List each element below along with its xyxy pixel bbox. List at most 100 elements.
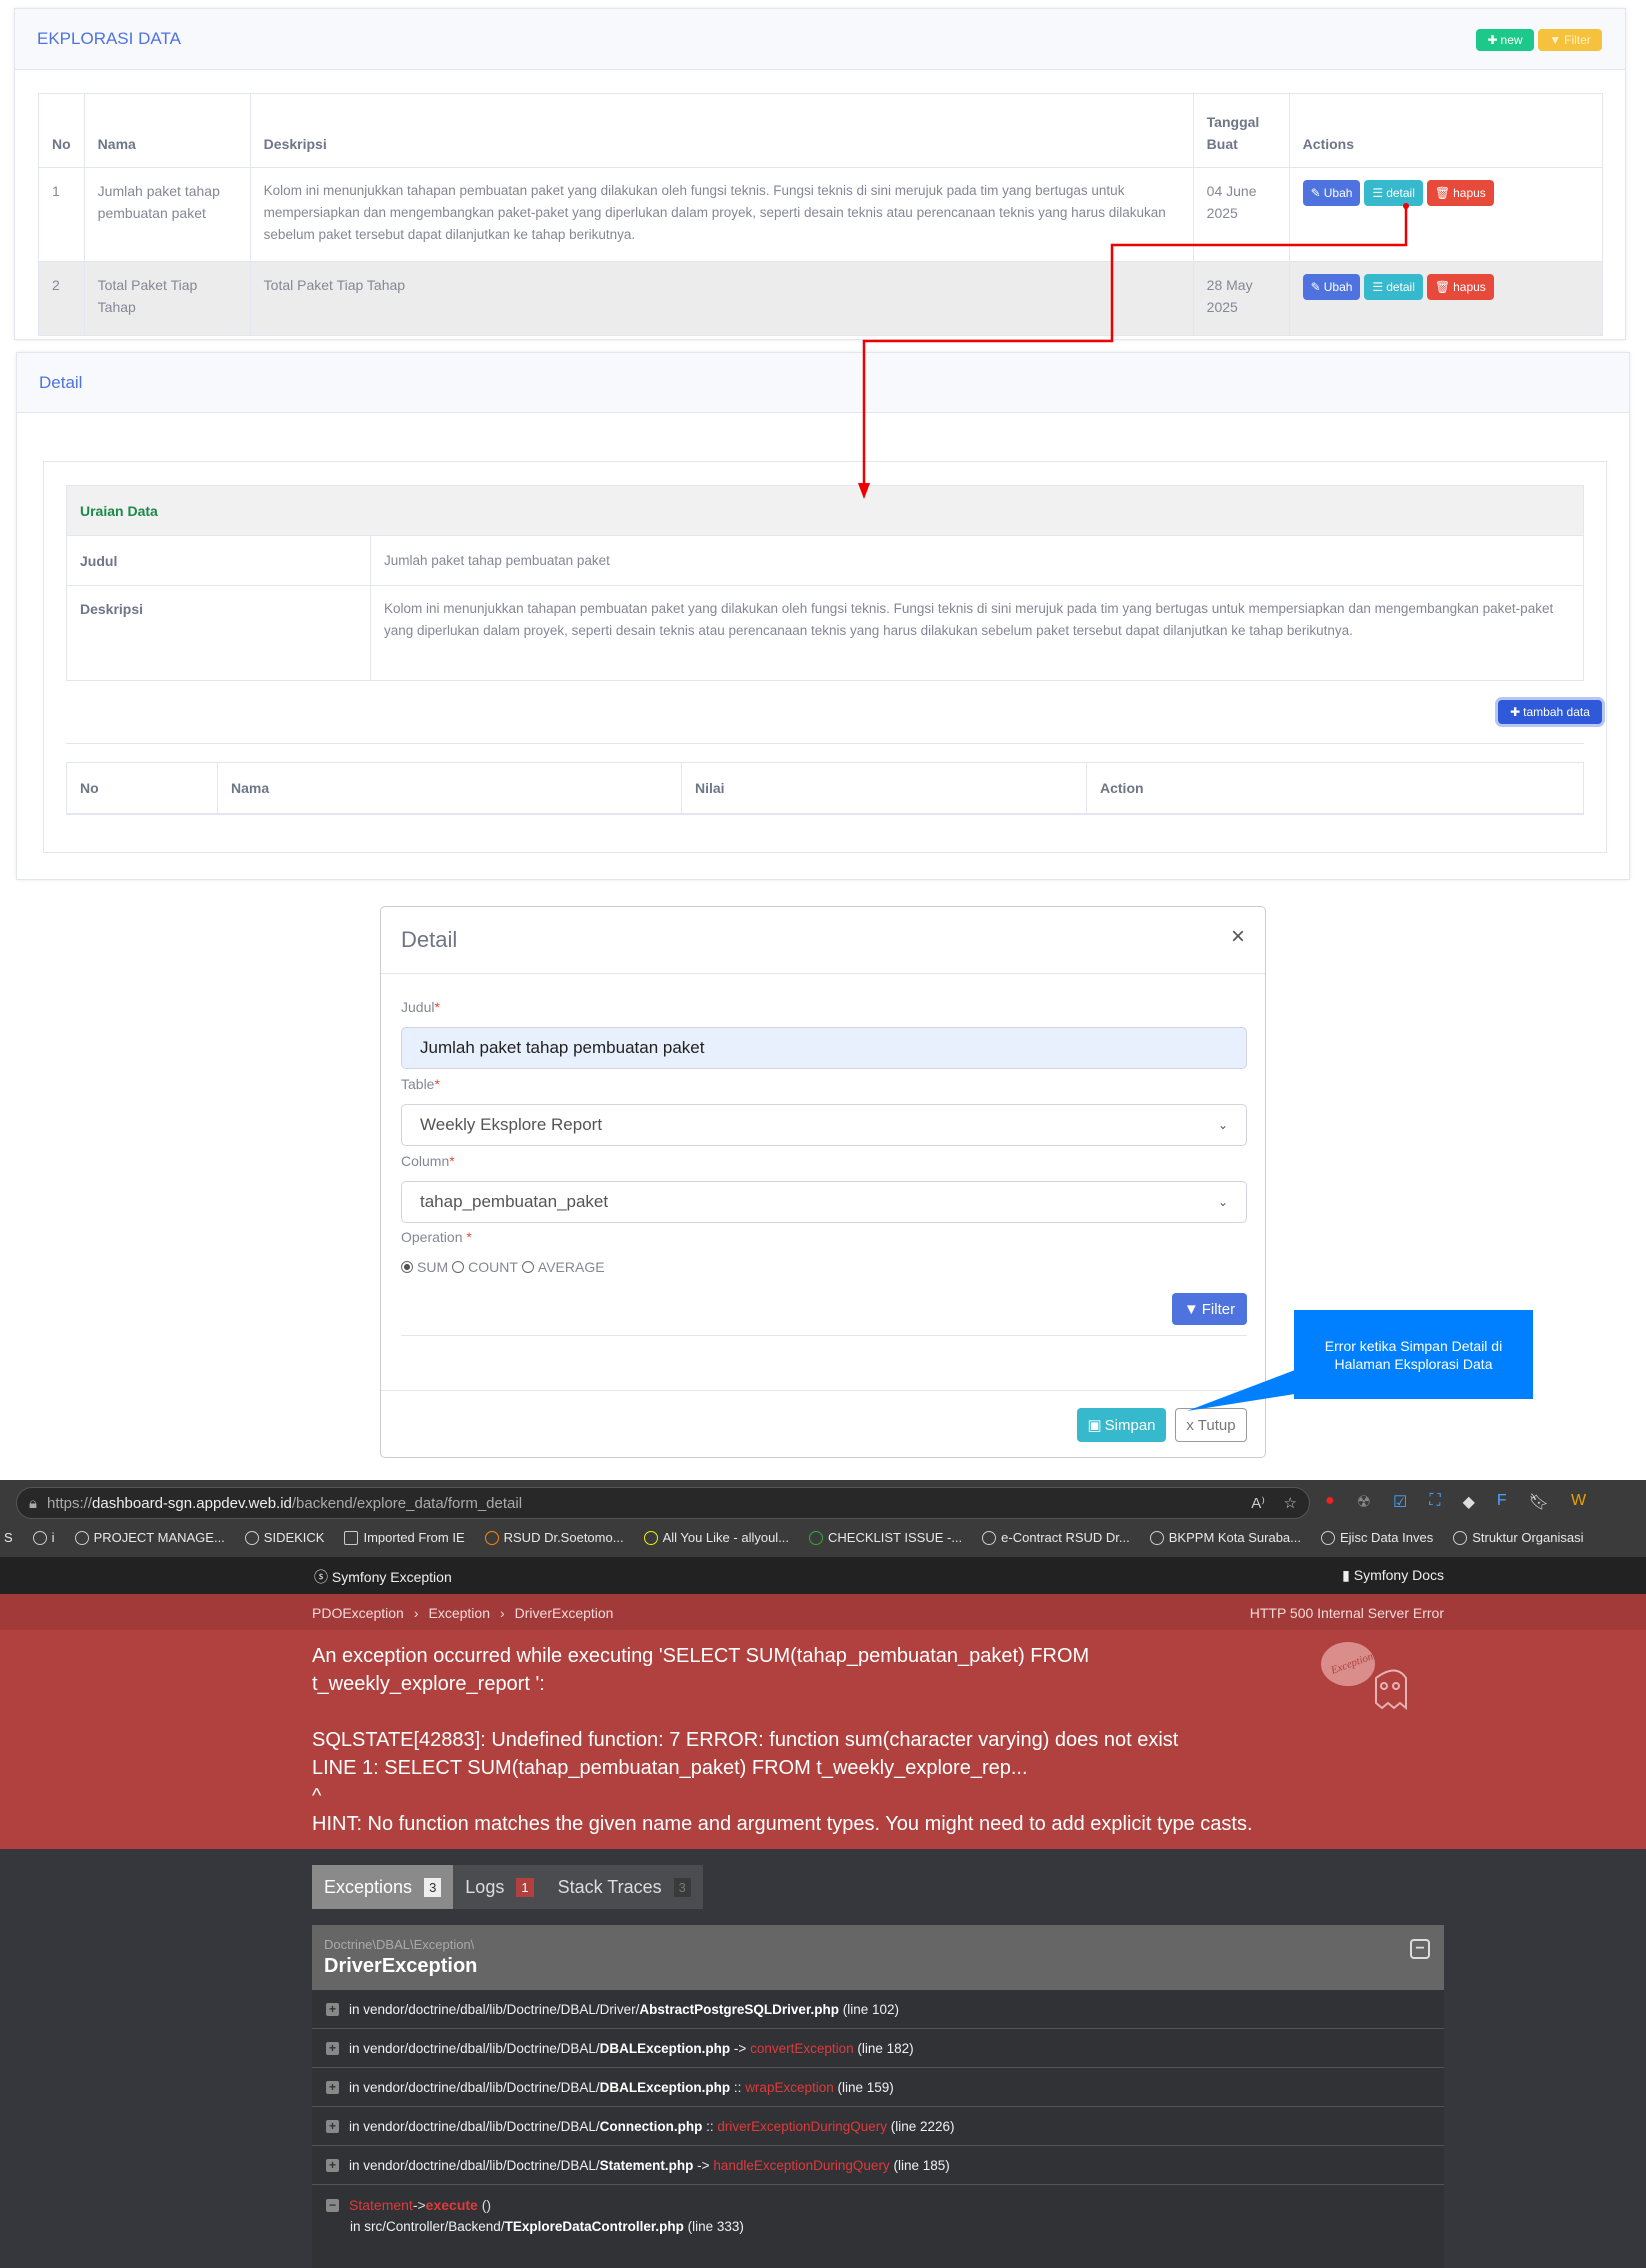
expand-icon[interactable]: + (326, 2119, 339, 2133)
divider (401, 1335, 1247, 1336)
table-select[interactable]: Weekly Eksplore Report ⌄ (401, 1104, 1247, 1146)
filter-button[interactable]: ▼ Filter (1172, 1293, 1247, 1325)
trace-row[interactable]: + in vendor/doctrine/dbal/lib/Doctrine/DB… (312, 2029, 1444, 2068)
detail-values-table: No Nama Nilai Action (66, 762, 1584, 815)
chevron-right-icon: › (499, 1605, 505, 1621)
message-line: An exception occurred while executing 'S… (312, 1645, 1090, 1667)
col-action: Action (1086, 762, 1584, 814)
column-select[interactable]: tahap_pembuatan_paket ⌄ (401, 1181, 1247, 1223)
filter-icon: ▼ (1183, 1300, 1199, 1318)
bookmark[interactable]: Imported From IE (344, 1530, 465, 1545)
message-line: ^ (312, 1785, 322, 1807)
judul-label: Judul (66, 535, 371, 586)
trace-call: − Statement->execute () (326, 2197, 491, 2213)
expand-icon[interactable]: + (326, 2080, 339, 2094)
tab-exceptions[interactable]: Exceptions 3 (312, 1865, 454, 1909)
divider (66, 743, 1584, 744)
extension-icon[interactable]: F (1497, 1492, 1507, 1512)
bookmark[interactable]: All You Like - allyoul... (643, 1530, 789, 1545)
judul-value: Jumlah paket tahap pembuatan paket (370, 535, 1584, 586)
bookmark[interactable]: e-Contract RSUD Dr... (982, 1530, 1130, 1545)
select-value: tahap_pembuatan_paket (420, 1192, 609, 1211)
extension-icon[interactable]: ● (1325, 1492, 1335, 1512)
radio-label: AVERAGE (537, 1259, 605, 1275)
extension-icon[interactable]: ☢ (1357, 1492, 1371, 1512)
exception-header: Doctrine\DBAL\Exception\ DriverException… (312, 1925, 1444, 1990)
trace-row[interactable]: + in vendor/doctrine/dbal/lib/Doctrine/DB… (312, 2146, 1444, 2185)
chevron-right-icon: › (413, 1605, 419, 1621)
detail-modal: Detail × Judul* Jumlah paket tahap pembu… (380, 906, 1266, 1458)
collapse-icon[interactable]: − (326, 2198, 339, 2212)
exception-ghost-icon: Exception! (1321, 1642, 1407, 1711)
radio-sum[interactable] (401, 1261, 413, 1273)
save-icon: ▣ (1087, 1417, 1102, 1434)
extension-icon[interactable]: ☑ (1393, 1492, 1407, 1512)
label-text: Operation (401, 1229, 463, 1245)
label-text: Table (401, 1076, 435, 1092)
message-line: t_weekly_explore_report ': (312, 1673, 545, 1695)
address-bar[interactable]: 🔒︎ https://dashboard-sgn.appdev.web.id/b… (16, 1487, 1310, 1519)
symfony-docs-link[interactable]: ▮ Symfony Docs (1342, 1567, 1444, 1584)
required-mark: * (466, 1229, 472, 1245)
judul-input[interactable]: Jumlah paket tahap pembuatan paket (401, 1027, 1247, 1069)
close-icon[interactable]: × (1231, 923, 1245, 951)
trace-row[interactable]: + in vendor/doctrine/dbal/lib/Doctrine/DB… (312, 1990, 1444, 2029)
bookmark[interactable]: PROJECT MANAGE... (74, 1530, 225, 1545)
trace-text: in vendor/doctrine/dbal/lib/Doctrine/DBA… (349, 2040, 914, 2056)
tab-logs[interactable]: Logs 1 (453, 1865, 546, 1909)
star-icon[interactable]: ☆ (1284, 1494, 1297, 1512)
lock-icon: 🔒︎ (29, 1494, 37, 1512)
tab-stack-traces[interactable]: Stack Traces 3 (545, 1865, 703, 1909)
expand-icon[interactable]: + (326, 2002, 339, 2016)
bookmark[interactable]: SIDEKICK (244, 1530, 324, 1545)
exception-namespace: Doctrine\DBAL\Exception\ (324, 1937, 475, 1952)
bookmark[interactable]: CHECKLIST ISSUE -... (809, 1530, 962, 1545)
trace-row-expanded[interactable]: − Statement->execute () in src/Controller… (312, 2185, 1444, 2268)
plus-icon: ✚ (1510, 705, 1521, 719)
message-line: LINE 1: SELECT SUM(tahap_pembuatan_paket… (312, 1757, 1028, 1779)
column-label: Column* (401, 1153, 455, 1169)
add-data-button[interactable]: ✚ tambah data (1498, 700, 1602, 724)
save-button[interactable]: ▣ Simpan (1077, 1408, 1166, 1442)
bookmarks-bar: S i PROJECT MANAGE... SIDEKICK Imported … (4, 1530, 1583, 1545)
operation-radio-group: SUM COUNT AVERAGE (401, 1259, 605, 1275)
input-value: Jumlah paket tahap pembuatan paket (420, 1038, 705, 1057)
expand-icon[interactable]: + (326, 2158, 339, 2172)
message-line: SQLSTATE[42883]: Undefined function: 7 E… (312, 1729, 1179, 1751)
trace-text: in vendor/doctrine/dbal/lib/Doctrine/DBA… (349, 2001, 899, 2017)
bookmark[interactable]: RSUD Dr.Soetomo... (484, 1530, 624, 1545)
screenshot-icon[interactable]: ⛶ (1429, 1492, 1440, 1512)
chevron-down-icon: ⌄ (1217, 1195, 1228, 1209)
tab-label: Logs (465, 1876, 505, 1897)
url: https://dashboard-sgn.appdev.web.id/back… (47, 1495, 522, 1512)
breadcrumb-item: PDOException (312, 1605, 404, 1621)
extension-icon[interactable]: W (1571, 1492, 1586, 1512)
bookmark[interactable]: S (4, 1530, 13, 1545)
bookmark[interactable]: Struktur Organisasi (1453, 1530, 1583, 1545)
trace-row[interactable]: + in vendor/doctrine/dbal/lib/Doctrine/DB… (312, 2107, 1444, 2146)
arrow-head (858, 483, 870, 499)
extension-icon[interactable]: ◆ (1463, 1492, 1475, 1512)
breadcrumb-item: Exception (428, 1605, 490, 1621)
callout-tail (1187, 1370, 1295, 1411)
symfony-brand: ⓢ Symfony Exception (314, 1569, 452, 1585)
radio-count[interactable] (452, 1261, 465, 1273)
modal-title: Detail (401, 927, 458, 952)
trace-row[interactable]: + in vendor/doctrine/dbal/lib/Doctrine/DB… (312, 2068, 1444, 2107)
col-no: No (66, 762, 218, 814)
read-aloud-icon[interactable]: A⁾ (1251, 1494, 1265, 1512)
judul-label: Judul* (401, 999, 440, 1015)
collapse-icon[interactable]: − (1410, 1939, 1430, 1959)
radio-average[interactable] (521, 1261, 534, 1273)
modal-footer-border (381, 1390, 1265, 1391)
symfony-logo-icon: ⓢ (314, 1569, 328, 1585)
radio-label: SUM (417, 1259, 449, 1275)
expand-icon[interactable]: + (326, 2041, 339, 2055)
bookmark[interactable]: BKPPM Kota Suraba... (1149, 1530, 1301, 1545)
exception-breadcrumb-bar: PDOException › Exception › DriverException H… (0, 1594, 1646, 1630)
bookmark-icon[interactable]: 🔖︎ (1529, 1492, 1549, 1512)
annotation-arrow (858, 203, 1409, 499)
bookmark[interactable]: i (32, 1530, 55, 1545)
label-text: Column (401, 1153, 450, 1169)
bookmark[interactable]: Ejisc Data Inves (1321, 1530, 1433, 1545)
